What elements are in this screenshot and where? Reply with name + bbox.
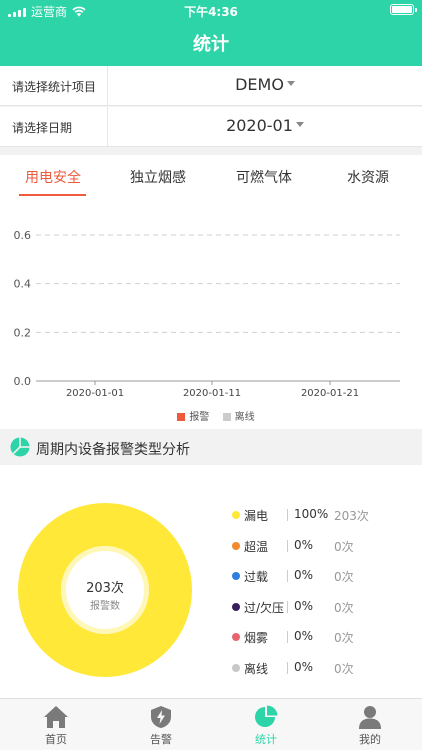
alarm-type-percent: 0% [294, 629, 314, 643]
alarm-chart: 0.0 0.2 0.4 0.6 2020-01-01 2020-01-11 2020-01-… [0, 197, 422, 429]
page-title: 统计 [193, 34, 229, 55]
y-tick-label: 0.0 [14, 375, 32, 388]
separator [287, 661, 288, 674]
project-select[interactable]: DEMO [108, 75, 422, 94]
project-filter-row[interactable]: 请选择统计项目 DEMO [0, 66, 422, 106]
tab-combustible-gas[interactable]: 可燃气体 [232, 167, 296, 187]
alarm-chart-svg: 0.0 0.2 0.4 0.6 2020-01-01 2020-01-11 2020-01-… [14, 229, 400, 399]
pie-chart-icon [10, 437, 30, 457]
legend-dot [232, 663, 240, 672]
legend-dot [232, 602, 240, 611]
legend-label-alarm: 报警 [189, 412, 210, 423]
tabbar-item-statistics[interactable]: 统计 [236, 705, 296, 747]
separator [287, 600, 288, 613]
home-icon [44, 706, 68, 728]
separator [287, 539, 288, 552]
analysis-title: 周期内设备报警类型分析 [36, 442, 190, 458]
legend-dot [232, 572, 240, 580]
legend-dot [232, 541, 240, 550]
chart-legend: 报警 离线 [0, 408, 422, 423]
status-bar: 运营商 下午4:36 [0, 0, 422, 22]
alarm-type-percent: 0% [294, 537, 314, 552]
tabbar-item-alert[interactable]: 告警 [131, 705, 191, 747]
alarm-type-name: 漏电 [244, 509, 269, 523]
alarm-type-name: 超温 [244, 539, 269, 554]
alarm-type-row: 过/欠压 0% 0次 [232, 598, 422, 618]
alarm-type-percent: 0% [294, 659, 314, 674]
y-tick-label: 0.6 [14, 229, 32, 242]
alarm-type-count: 0次 [334, 570, 354, 584]
pie-chart-icon [255, 705, 278, 727]
tab-water-resource[interactable]: 水资源 [343, 167, 393, 187]
category-tabs: 用电安全 独立烟感 可燃气体 水资源 [0, 155, 422, 197]
x-tick-label: 2020-01-21 [301, 388, 359, 399]
legend-swatch-offline [222, 413, 231, 421]
donut-total-count: 203次 [86, 581, 124, 596]
tabbar-item-mine[interactable]: 我的 [340, 705, 400, 747]
alarm-type-name: 过/欠压 [244, 600, 285, 615]
alert-shield-icon [151, 706, 171, 728]
separator [287, 570, 288, 582]
alarm-type-row: 超温 0% 0次 [232, 537, 422, 557]
alarm-type-count: 0次 [334, 539, 354, 554]
alarm-type-percent: 0% [294, 568, 314, 582]
alarm-type-row: 烟雾 0% 0次 [232, 628, 422, 648]
battery-icon [390, 4, 417, 18]
legend-dot [232, 511, 240, 519]
separator [287, 509, 288, 521]
alarm-type-percent: 100% [294, 507, 329, 521]
alarm-type-row: 漏电 100% 203次 [232, 506, 422, 526]
tabbar-item-home[interactable]: 首页 [26, 705, 86, 747]
legend-dot [232, 633, 240, 641]
tab-electric-safety[interactable]: 用电安全 [22, 167, 84, 187]
donut-center: 203次 报警数 [55, 577, 155, 612]
alarm-type-analysis: 203次 报警数 漏电 100% 203次 超温 0% 0次 过载 0% 0次 过/欠压 0% 0次烟… [0, 465, 422, 698]
alarm-type-count: 0次 [334, 631, 354, 645]
project-select-value: DEMO [235, 75, 284, 94]
user-icon [359, 706, 381, 729]
date-select-value: 2020-01 [226, 116, 293, 135]
alarm-type-percent: 0% [294, 598, 314, 613]
separator [287, 631, 288, 643]
tab-smoke-detector[interactable]: 独立烟感 [126, 167, 190, 187]
date-filter-label: 请选择日期 [12, 121, 73, 135]
dropdown-caret-icon [295, 122, 304, 127]
tabbar-label-alert: 告警 [150, 733, 172, 746]
date-select[interactable]: 2020-01 [108, 116, 422, 135]
legend-label-offline: 离线 [234, 412, 255, 423]
analysis-section-header: 周期内设备报警类型分析 [0, 429, 422, 465]
project-filter-label: 请选择统计项目 [12, 80, 97, 94]
x-tick-label: 2020-01-11 [183, 388, 241, 399]
dropdown-caret-icon [286, 81, 295, 86]
app-header: 运营商 下午4:36 统计 [0, 0, 422, 66]
donut-total-label: 报警数 [90, 601, 120, 612]
alarm-type-name: 离线 [244, 661, 269, 676]
alarm-type-row: 过载 0% 0次 [232, 567, 422, 587]
status-time: 下午4:36 [184, 5, 238, 19]
tabbar-label-home: 首页 [45, 733, 67, 746]
alarm-type-name: 过载 [244, 570, 269, 584]
active-tab-underline [19, 194, 86, 196]
bottom-tab-bar: 首页 告警 统计 我的 [0, 698, 422, 750]
alarm-type-count: 203次 [334, 509, 369, 523]
x-tick-label: 2020-01-01 [66, 388, 124, 399]
tabbar-label-mine: 我的 [359, 733, 381, 746]
alarm-type-name: 烟雾 [244, 631, 269, 645]
date-filter-row[interactable]: 请选择日期 2020-01 [0, 107, 422, 147]
alarm-type-row: 离线 0% 0次 [232, 659, 422, 679]
alarm-type-count: 0次 [334, 661, 354, 676]
y-tick-label: 0.2 [14, 326, 32, 339]
y-tick-label: 0.4 [14, 278, 32, 291]
legend-swatch-alarm [177, 413, 186, 421]
alarm-type-count: 0次 [334, 600, 354, 615]
tabbar-label-statistics: 统计 [255, 733, 277, 746]
